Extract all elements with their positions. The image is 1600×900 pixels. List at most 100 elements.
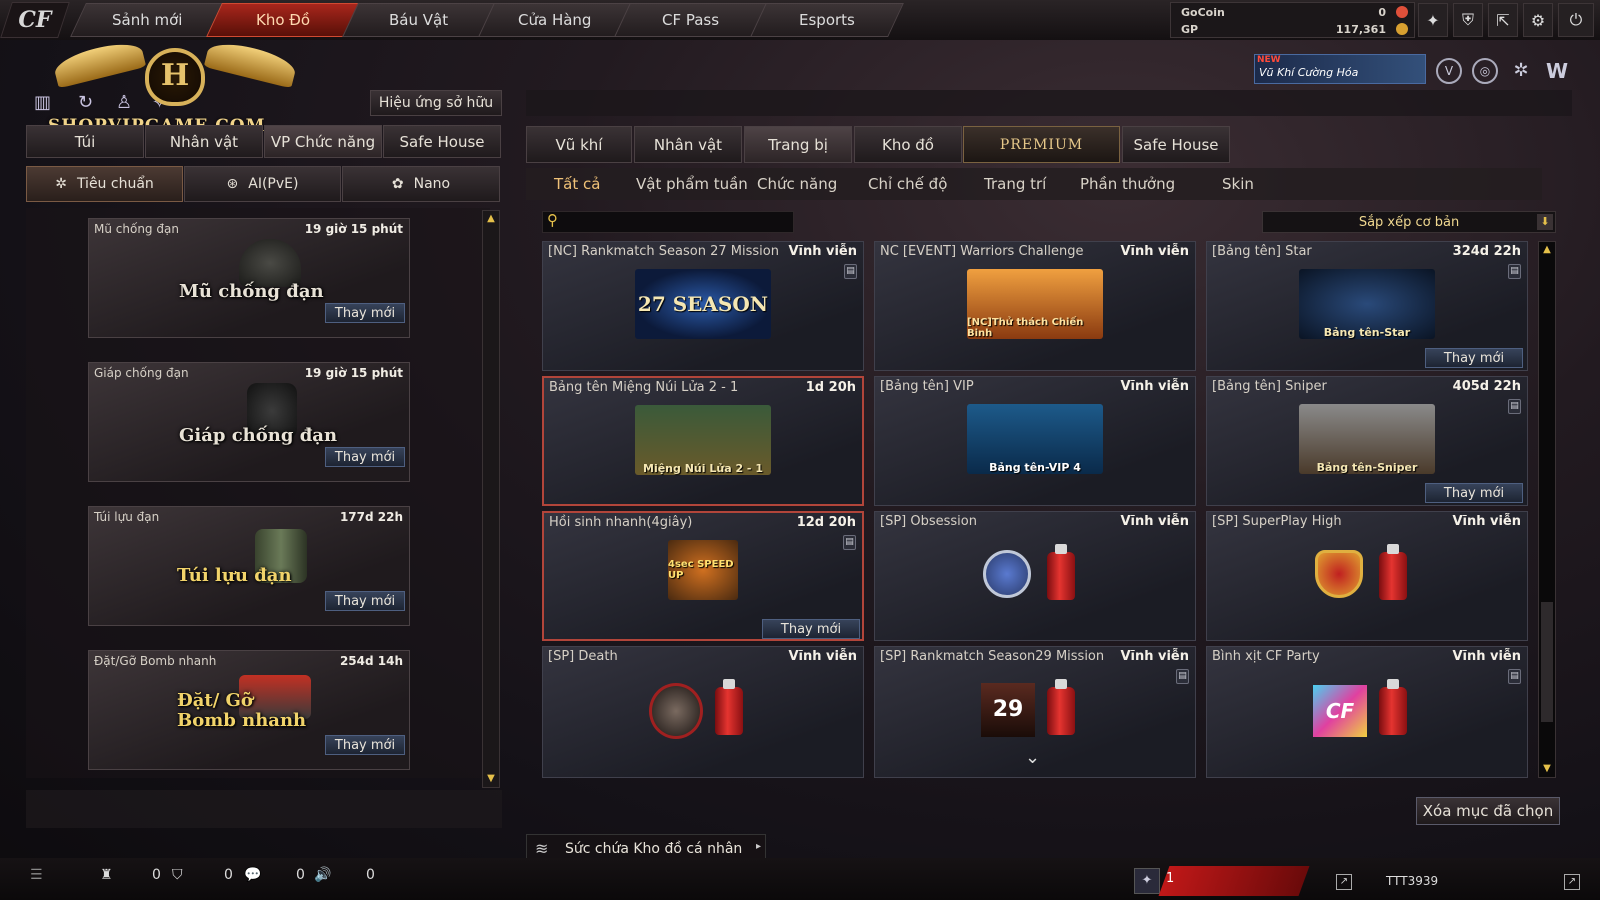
nav-tab-esports[interactable]: Esports bbox=[750, 3, 904, 37]
nav-tab-inventory[interactable]: Kho Đồ bbox=[206, 3, 360, 37]
grid-item-quick-respawn[interactable]: Hồi sinh nhanh(4giây) 12d 20h ▤ 4sec SPE… bbox=[542, 511, 864, 641]
nav-tab-cf-pass[interactable]: CF Pass bbox=[614, 3, 768, 37]
tab-character[interactable]: Nhân vật bbox=[145, 125, 263, 158]
gear-icon[interactable]: ⚙ bbox=[1523, 3, 1553, 37]
promo-banner[interactable]: NEW Vũ Khí Cường Hóa bbox=[1254, 54, 1426, 84]
exit-room-icon[interactable]: ⇱ bbox=[1488, 3, 1518, 37]
left-item-fast-bomb[interactable]: Đặt/Gỡ Bomb nhanh 254d 14h Đặt/ Gỡ Bomb … bbox=[88, 650, 410, 770]
tab-safe-house-right[interactable]: Safe House bbox=[1122, 126, 1230, 163]
scroll-up-arrow[interactable]: ▲ bbox=[1539, 242, 1555, 258]
grid-item-obsession[interactable]: [SP] Obsession Vĩnh viễn bbox=[874, 511, 1196, 641]
item-duration: Vĩnh viễn bbox=[1120, 379, 1189, 394]
spray-can-icon bbox=[1379, 544, 1407, 600]
speaker-icon[interactable]: 🔊 bbox=[314, 867, 331, 883]
subtab-mode-only[interactable]: Chỉ chế độ bbox=[868, 175, 947, 193]
scroll-down-arrow[interactable]: ▼ bbox=[483, 771, 499, 787]
renew-button[interactable]: Thay mới bbox=[1425, 348, 1523, 368]
trash-icon[interactable]: ▤ bbox=[1508, 399, 1521, 414]
tab-safe-house-left[interactable]: Safe House bbox=[383, 125, 501, 158]
trash-icon[interactable]: ▤ bbox=[843, 535, 856, 550]
subtab-skin[interactable]: Skin bbox=[1222, 175, 1254, 193]
left-item-helmet[interactable]: Mũ chống đạn 19 giờ 15 phút Mũ chống đạn… bbox=[88, 218, 410, 338]
left-scrollbar[interactable]: ▲ ▼ bbox=[482, 210, 500, 788]
grid-item-season27[interactable]: [NC] Rankmatch Season 27 Mission Vĩnh vi… bbox=[542, 241, 864, 371]
nav-tab-lobby[interactable]: Sảnh mới bbox=[70, 3, 224, 37]
search-input[interactable] bbox=[567, 213, 787, 231]
scroll-thumb[interactable] bbox=[1541, 602, 1553, 722]
subtab-function[interactable]: Chức năng bbox=[757, 175, 837, 193]
grid-item-vip[interactable]: [Bảng tên] VIP Vĩnh viễn Bảng tên-VIP 4 bbox=[874, 376, 1196, 506]
clan-count: 0 bbox=[224, 867, 233, 883]
rank-icon[interactable]: ✦ bbox=[1134, 868, 1160, 894]
ranking-icon[interactable]: ✦ bbox=[1418, 3, 1448, 37]
trash-icon[interactable]: ▤ bbox=[1508, 264, 1521, 279]
renew-button[interactable]: Thay mới bbox=[325, 735, 405, 755]
subtab-all[interactable]: Tất cả bbox=[554, 175, 600, 193]
search-box[interactable]: ⚲ bbox=[542, 211, 794, 233]
owned-effects-button[interactable]: Hiệu ứng sở hữu bbox=[370, 90, 502, 116]
grid-item-volcano[interactable]: Bảng tên Miệng Núi Lửa 2 - 1 1d 20h Miện… bbox=[542, 376, 864, 506]
tab-characters[interactable]: Nhân vật bbox=[634, 126, 742, 163]
renew-button[interactable]: Thay mới bbox=[325, 447, 405, 467]
stats-icon[interactable]: ▥ bbox=[34, 92, 51, 113]
renew-button[interactable]: Thay mới bbox=[325, 303, 405, 323]
season27-badge: 27 SEASON bbox=[635, 269, 771, 339]
left-item-grenade-bag[interactable]: Túi lựu đạn 177d 22h Túi lựu đạn Thay mớ… bbox=[88, 506, 410, 626]
tab-storage[interactable]: Kho đồ bbox=[854, 126, 962, 163]
expand-icon[interactable]: ↗ bbox=[1564, 874, 1580, 890]
mode-nano[interactable]: ✿ Nano bbox=[342, 166, 500, 202]
tab-equipment[interactable]: Trang bị bbox=[744, 126, 852, 163]
left-item-armor[interactable]: Giáp chống đạn 19 giờ 15 phút Giáp chống… bbox=[88, 362, 410, 482]
subtab-rewards[interactable]: Phần thưởng bbox=[1080, 175, 1175, 193]
grid-item-death[interactable]: [SP] Death Vĩnh viễn bbox=[542, 646, 864, 778]
target-icon[interactable]: ✲ bbox=[1508, 58, 1534, 84]
grid-item-cf-party[interactable]: Bình xịt CF Party Vĩnh viễn ▤ CF bbox=[1206, 646, 1528, 778]
player-level: 1 bbox=[1166, 871, 1175, 886]
scroll-up-arrow[interactable]: ▲ bbox=[483, 211, 499, 227]
tab-weapons[interactable]: Vũ khí bbox=[526, 126, 632, 163]
refresh-icon[interactable]: ↻ bbox=[78, 92, 93, 113]
equip-icon[interactable]: ✧ bbox=[152, 92, 167, 113]
shield-icon[interactable]: ⛨ bbox=[1453, 3, 1483, 37]
trash-icon[interactable]: ▤ bbox=[1508, 669, 1521, 684]
w-logo-icon[interactable]: W bbox=[1542, 58, 1572, 84]
friends-icon[interactable]: ♜ bbox=[100, 867, 113, 883]
grid-item-superplay[interactable]: [SP] SuperPlay High Vĩnh viễn bbox=[1206, 511, 1528, 641]
clan-icon[interactable]: ⛉ bbox=[172, 867, 183, 883]
globe-icon[interactable]: ◎ bbox=[1472, 58, 1498, 84]
ai-icon: ⊛ bbox=[226, 176, 239, 192]
spray-can-icon bbox=[715, 679, 743, 735]
grid-item-season29[interactable]: [SP] Rankmatch Season29 Mission Vĩnh viễ… bbox=[874, 646, 1196, 778]
tab-premium[interactable]: PREMIUM bbox=[963, 126, 1120, 163]
chevron-down-icon: ⬇ bbox=[1537, 214, 1553, 230]
right-scrollbar[interactable]: ▲ ▼ bbox=[1538, 241, 1556, 778]
subtab-weekly[interactable]: Vật phẩm tuần bbox=[636, 175, 748, 193]
sort-dropdown[interactable]: Sắp xếp cơ bản ⬇ bbox=[1262, 211, 1556, 233]
tab-bag[interactable]: Túi bbox=[26, 125, 144, 158]
grid-item-warriors[interactable]: NC [EVENT] Warriors Challenge Vĩnh viễn … bbox=[874, 241, 1196, 371]
mode-ai-pve[interactable]: ⊛ AI(PvE) bbox=[184, 166, 341, 202]
character-icon[interactable]: ♙ bbox=[116, 92, 132, 113]
grid-item-sniper[interactable]: [Bảng tên] Sniper 405d 22h ▤ Bảng tên-Sn… bbox=[1206, 376, 1528, 506]
nav-tab-shop[interactable]: Cửa Hàng bbox=[478, 3, 632, 37]
scroll-down-arrow[interactable]: ▼ bbox=[1539, 761, 1555, 777]
trash-icon[interactable]: ▤ bbox=[1176, 669, 1189, 684]
cf-logo[interactable]: CF bbox=[0, 2, 70, 38]
chat-icon[interactable]: 💬 bbox=[244, 867, 261, 883]
renew-button[interactable]: Thay mới bbox=[762, 619, 860, 639]
tab-vp-function[interactable]: VP Chức năng bbox=[264, 125, 382, 158]
delete-selected-button[interactable]: Xóa mục đã chọn bbox=[1416, 797, 1560, 825]
mode-standard[interactable]: ✲ Tiêu chuẩn bbox=[26, 166, 183, 202]
trash-icon[interactable]: ▤ bbox=[844, 264, 857, 279]
nav-tab-treasure[interactable]: Báu Vật bbox=[342, 3, 496, 37]
grid-item-star[interactable]: [Bảng tên] Star 324d 22h ▤ Bảng tên-Star… bbox=[1206, 241, 1528, 371]
chevron-down-icon[interactable]: ⌄ bbox=[1025, 747, 1040, 768]
subtab-decoration[interactable]: Trang trí bbox=[984, 175, 1046, 193]
item-duration: Vĩnh viễn bbox=[788, 649, 857, 664]
expand-icon[interactable]: ↗ bbox=[1336, 874, 1352, 890]
renew-button[interactable]: Thay mới bbox=[1425, 483, 1523, 503]
badge-v-icon[interactable]: V bbox=[1436, 58, 1462, 84]
menu-icon[interactable]: ☰ bbox=[30, 867, 43, 883]
power-icon[interactable]: ⏻ bbox=[1558, 3, 1594, 37]
renew-button[interactable]: Thay mới bbox=[325, 591, 405, 611]
